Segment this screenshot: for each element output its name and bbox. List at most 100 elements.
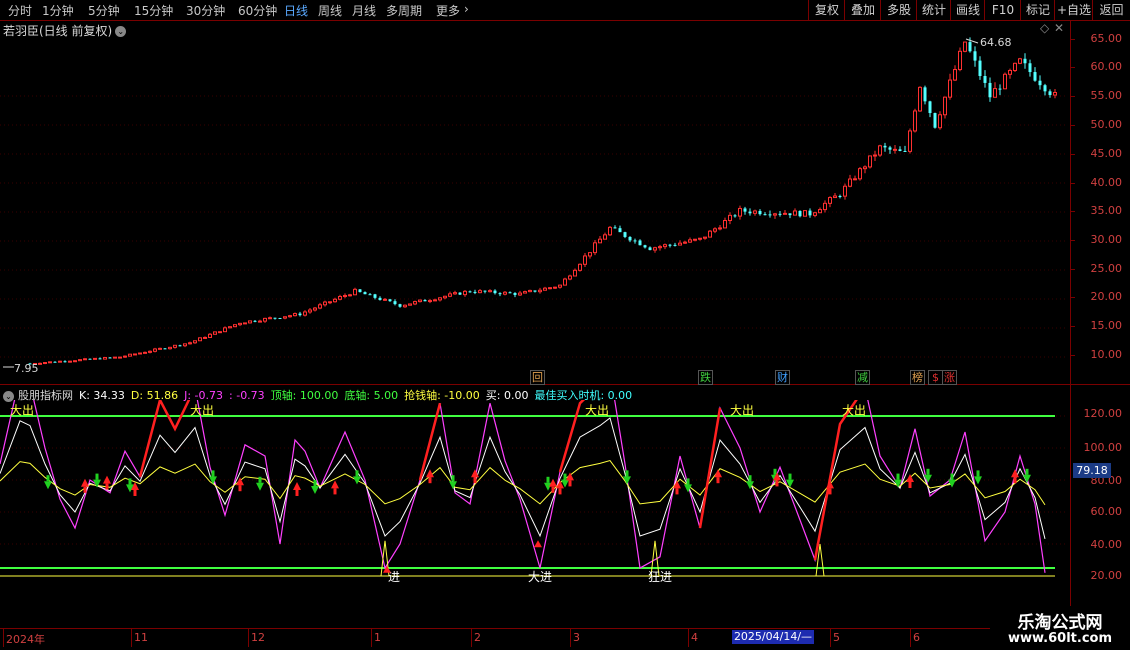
event-badge[interactable]: 涨 xyxy=(942,370,957,385)
price-tick-label: 40.00 xyxy=(1090,176,1123,189)
chevron-right-icon[interactable]: › xyxy=(464,2,469,16)
price-tick-label: 45.00 xyxy=(1090,147,1123,160)
period-15min[interactable]: 15分钟 xyxy=(134,2,173,19)
period-toolbar: 分时 1分钟 5分钟 15分钟 30分钟 60分钟 日线 周线 月线 多周期 更… xyxy=(0,0,1130,21)
price-tick xyxy=(1071,211,1075,212)
candlestick-chart: 64.68 7.95 xyxy=(0,36,1068,375)
period-daily[interactable]: 日线 xyxy=(284,2,308,19)
price-tick xyxy=(1071,96,1075,97)
event-badge[interactable]: 财 xyxy=(775,370,790,385)
period-1min[interactable]: 1分钟 xyxy=(42,2,74,19)
date-tick-label: 11 xyxy=(134,631,148,644)
event-badge[interactable]: 减 xyxy=(855,370,870,385)
date-tick-label: 6 xyxy=(913,631,920,644)
watermark-name: 乐淘公式网 xyxy=(1017,613,1103,633)
event-badge[interactable]: 榜 xyxy=(910,370,925,385)
high-price-label: 64.68 xyxy=(980,36,1012,49)
up-arrow-icon xyxy=(826,480,834,489)
date-tick-label: 12 xyxy=(251,631,265,644)
tool-f10[interactable]: F10 xyxy=(984,0,1021,20)
period-60min[interactable]: 60分钟 xyxy=(238,2,277,19)
date-tick-label: 4 xyxy=(691,631,698,644)
period-5min[interactable]: 5分钟 xyxy=(88,2,120,19)
d-line xyxy=(0,459,1046,506)
price-tick xyxy=(1071,125,1075,126)
sell-signal: 大出 xyxy=(190,403,214,417)
date-tick xyxy=(570,629,571,647)
price-tick xyxy=(1071,39,1075,40)
watermark-url: www.60lt.com xyxy=(1007,631,1113,646)
date-tick-label: 5 xyxy=(833,631,840,644)
cursor-date: 2025/04/14/— xyxy=(732,630,814,644)
date-tick-label: 1 xyxy=(374,631,381,644)
period-multi[interactable]: 多周期 xyxy=(386,2,422,19)
tool-stats[interactable]: 统计 xyxy=(916,0,951,20)
period-30min[interactable]: 30分钟 xyxy=(186,2,225,19)
price-tick-label: 50.00 xyxy=(1090,118,1123,131)
event-badge[interactable]: 跌 xyxy=(698,370,713,385)
tool-fuquan[interactable]: 复权 xyxy=(808,0,845,20)
watermark: 乐淘公式网 www.60lt.com xyxy=(990,606,1130,650)
date-tick-label: 2024年 xyxy=(6,633,45,646)
date-tick xyxy=(471,629,472,647)
period-fenshi[interactable]: 分时 xyxy=(8,2,32,19)
down-arrow-icon xyxy=(256,482,264,491)
date-tick-label: 2 xyxy=(474,631,481,644)
date-tick xyxy=(3,629,4,647)
sell-signal: 大出 xyxy=(585,403,609,417)
date-tick xyxy=(248,629,249,647)
price-tick-label: 35.00 xyxy=(1090,204,1123,217)
price-tick xyxy=(1071,183,1075,184)
sell-signal: 大出 xyxy=(842,403,866,417)
price-tick-label: 30.00 xyxy=(1090,233,1123,246)
price-tick xyxy=(1071,240,1075,241)
event-badge[interactable]: $ xyxy=(928,370,943,385)
date-tick xyxy=(371,629,372,647)
period-more[interactable]: 更多 xyxy=(436,2,460,19)
tool-multistock[interactable]: 多股 xyxy=(880,0,917,20)
current-value-tag: 79.18 xyxy=(1073,463,1111,478)
period-monthly[interactable]: 月线 xyxy=(352,2,376,19)
price-tick-label: 55.00 xyxy=(1090,89,1123,102)
tool-draw[interactable]: 画线 xyxy=(950,0,985,20)
up-arrow-icon xyxy=(549,478,557,487)
axis-divider xyxy=(1070,21,1071,628)
tool-mark[interactable]: 标记 xyxy=(1020,0,1055,20)
tool-overlay[interactable]: 叠加 xyxy=(844,0,881,20)
up-arrow-icon xyxy=(714,469,722,478)
price-tick xyxy=(1071,67,1075,68)
price-tick-label: 15.00 xyxy=(1090,319,1123,332)
up-arrow-icon xyxy=(293,482,301,490)
price-tick-label: 20.00 xyxy=(1090,290,1123,303)
pane-divider xyxy=(0,384,1130,385)
date-tick-label: 3 xyxy=(573,631,580,644)
up-arrow-icon xyxy=(331,480,339,489)
indicator-tick-label: 100.00 xyxy=(1083,441,1123,454)
down-arrow-icon xyxy=(311,486,319,494)
tool-back[interactable]: 返回 xyxy=(1092,0,1130,20)
buy-signal: 大进 xyxy=(528,570,552,584)
price-tick xyxy=(1071,355,1075,356)
event-badge[interactable]: 回 xyxy=(530,370,545,385)
price-tick xyxy=(1071,297,1075,298)
j-line xyxy=(0,400,1046,573)
indicator-tick-label: 20.00 xyxy=(1090,569,1123,582)
sell-signal: 大出 xyxy=(730,403,754,417)
date-tick xyxy=(131,629,132,647)
period-weekly[interactable]: 周线 xyxy=(318,2,342,19)
price-tick xyxy=(1071,154,1075,155)
rising-segment xyxy=(418,402,442,481)
k-line xyxy=(0,417,1046,539)
price-tick-label: 10.00 xyxy=(1090,348,1123,361)
price-tick-label: 65.00 xyxy=(1090,32,1123,45)
rising-segment xyxy=(698,407,722,529)
down-arrow-icon xyxy=(44,481,52,490)
price-tick xyxy=(1071,269,1075,270)
tool-add-favorite[interactable]: +自选 xyxy=(1054,0,1093,20)
down-arrow-icon xyxy=(353,476,361,485)
indicator-tick-label: 60.00 xyxy=(1090,505,1123,518)
buy-signal: 狂进 xyxy=(648,570,672,584)
price-tick xyxy=(1071,326,1075,327)
down-arrow-icon xyxy=(209,476,217,485)
price-tick-label: 60.00 xyxy=(1090,60,1123,73)
